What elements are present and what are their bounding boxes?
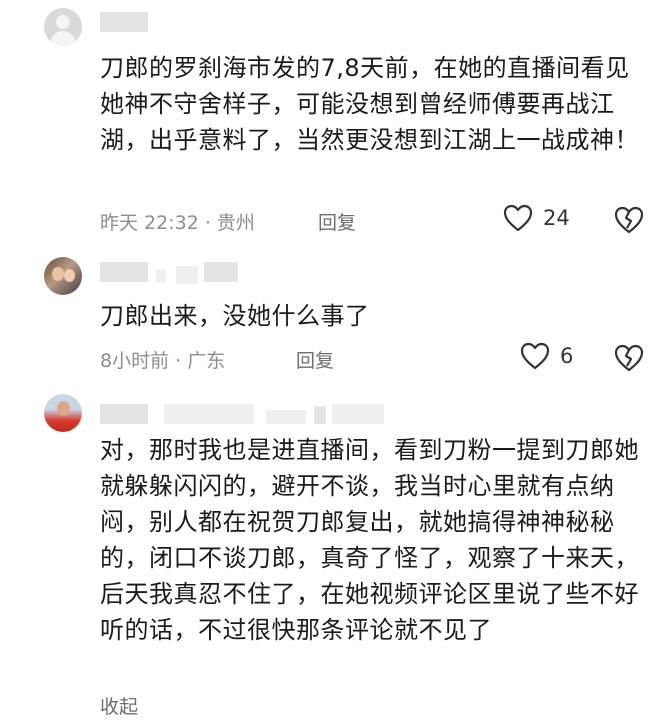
heart-outline-icon	[503, 204, 533, 232]
username-masked[interactable]	[100, 400, 390, 424]
comment-text: 对，那时我也是进直播间，看到刀粉一提到刀郎她就躲躲闪闪的，避开不谈，我当时心里就…	[100, 436, 639, 644]
like-button[interactable]: 6	[520, 342, 573, 370]
comment-text: 刀郎的罗刹海市发的7,8天前，在她的直播间看见她神不守舍样子，可能没想到曾经师傅…	[100, 54, 639, 154]
like-button[interactable]: 24	[503, 204, 570, 232]
dislike-button[interactable]	[614, 206, 644, 238]
avatar[interactable]	[44, 257, 82, 295]
avatar[interactable]	[44, 8, 82, 46]
comment-item: 刀郎的罗刹海市发的7,8天前，在她的直播间看见她神不守舍样子，可能没想到曾经师傅…	[0, 0, 660, 250]
like-count: 24	[543, 206, 570, 230]
username-masked[interactable]	[100, 260, 240, 284]
heart-outline-icon	[520, 342, 550, 370]
username-masked[interactable]	[100, 12, 150, 32]
dislike-button[interactable]	[614, 344, 644, 376]
reply-button[interactable]: 回复	[296, 346, 334, 373]
default-avatar-icon	[56, 15, 70, 29]
comment-meta: 昨天 22:32 · 贵州	[100, 212, 255, 234]
comment-meta: 8小时前 · 广东	[100, 350, 226, 372]
reply-button[interactable]: 回复	[318, 208, 356, 235]
collapse-button[interactable]: 收起	[100, 692, 138, 719]
like-count: 6	[560, 344, 574, 368]
comment-text: 刀郎出来，没她什么事了	[100, 302, 370, 330]
broken-heart-icon	[614, 206, 644, 234]
broken-heart-icon	[614, 344, 644, 372]
comment-item: 刀郎出来，没她什么事了 8小时前 · 广东 回复 6	[0, 250, 660, 380]
comment-item: 对，那时我也是进直播间，看到刀粉一提到刀郎她就躲躲闪闪的，避开不谈，我当时心里就…	[0, 380, 660, 720]
avatar[interactable]	[44, 394, 82, 432]
